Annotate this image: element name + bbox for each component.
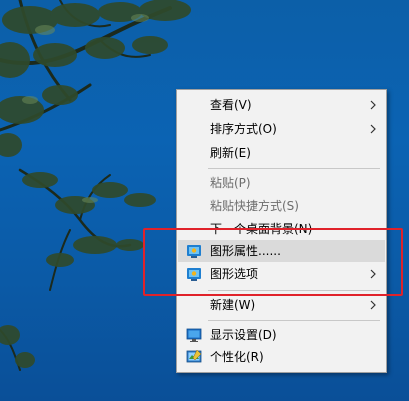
menu-item-label: 显示设置(D) <box>210 328 277 342</box>
menu-item-label: 新建(W) <box>210 298 256 312</box>
menu-item-label: 排序方式(O) <box>210 122 277 136</box>
menu-item-label: 个性化(R) <box>210 350 264 364</box>
display-icon <box>186 328 202 342</box>
chevron-right-icon <box>370 124 376 134</box>
menu-item-refresh[interactable]: 刷新(E) <box>178 142 385 164</box>
menu-item-new[interactable]: 新建(W) <box>178 294 385 316</box>
menu-item-label: 查看(V) <box>210 98 252 112</box>
menu-item-paste[interactable]: 粘贴(P) <box>178 172 385 194</box>
chevron-right-icon <box>370 100 376 110</box>
menu-item-sort-by[interactable]: 排序方式(O) <box>178 118 385 140</box>
menu-item-paste-shortcut[interactable]: 粘贴快捷方式(S) <box>178 195 385 217</box>
chevron-right-icon <box>370 300 376 310</box>
menu-item-label: 粘贴快捷方式(S) <box>210 199 299 213</box>
annotation-highlight-box <box>143 228 403 296</box>
menu-item-view[interactable]: 查看(V) <box>178 94 385 116</box>
menu-separator <box>208 168 380 169</box>
menu-separator <box>208 320 380 321</box>
personalize-icon <box>186 349 202 363</box>
menu-item-personalize[interactable]: 个性化(R) <box>178 346 385 368</box>
desktop-background[interactable]: 查看(V) 排序方式(O) 刷新(E) 粘贴(P) 粘贴快捷方式(S) 下一个桌… <box>0 0 409 401</box>
menu-item-label: 粘贴(P) <box>210 176 251 190</box>
menu-item-display-settings[interactable]: 显示设置(D) <box>178 324 385 346</box>
menu-item-label: 刷新(E) <box>210 146 251 160</box>
